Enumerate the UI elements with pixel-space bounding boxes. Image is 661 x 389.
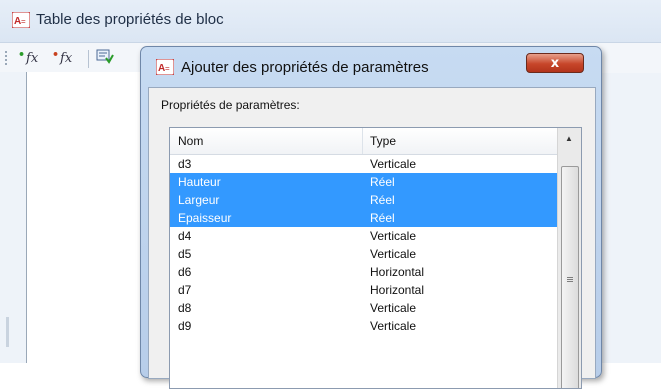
toolbar-grip[interactable] [5, 51, 7, 67]
autocad-icon: A = [156, 59, 174, 75]
outer-left-margin [0, 72, 26, 363]
row-name: d5 [178, 247, 192, 261]
svg-text:=: = [21, 17, 26, 26]
add-parameter-properties-dialog: A = Ajouter des propriétés de paramètres … [140, 46, 602, 389]
column-header-type[interactable]: Type [370, 134, 396, 148]
row-type: Horizontal [370, 283, 425, 297]
list-row[interactable]: d3 Verticale [170, 155, 557, 173]
parameter-properties-list[interactable]: Nom Type d3 Verticale Hauteur Réel Largeur… [169, 127, 582, 389]
add-parameter-button[interactable]: • fx [18, 48, 38, 68]
column-header-name[interactable]: Nom [178, 134, 203, 148]
autocad-icon: A = [12, 12, 30, 28]
scrollbar-grip-icon [567, 277, 573, 283]
dialog-title: Ajouter des propriétés de paramètres [181, 59, 429, 76]
row-type: Verticale [370, 247, 417, 261]
row-name: Largeur [178, 193, 220, 207]
row-type: Verticale [370, 301, 417, 315]
row-name: d7 [178, 283, 192, 297]
row-name: d8 [178, 301, 192, 315]
list-row[interactable]: d6 Horizontal [170, 263, 557, 281]
vertical-scrollbar[interactable]: ▲ [557, 128, 581, 388]
scrollbar-thumb[interactable] [561, 166, 579, 388]
remove-parameter-button[interactable]: • fx [52, 48, 72, 68]
column-divider[interactable] [362, 128, 363, 154]
list-row-selected[interactable]: Hauteur Réel [170, 173, 557, 191]
dialog-body: Propriétés de paramètres: Nom Type d3 Ver… [148, 87, 596, 389]
parameter-properties-label: Propriétés de paramètres: [161, 98, 300, 112]
list-header: Nom Type [170, 128, 557, 155]
row-type: Verticale [370, 157, 417, 171]
list-row-selected[interactable]: Epaisseur Réel [170, 209, 557, 227]
add-parameter-label: fx [26, 50, 39, 66]
row-type: Verticale [370, 319, 417, 333]
close-button[interactable]: x [526, 53, 584, 73]
row-name: d4 [178, 229, 192, 243]
list-row[interactable]: d7 Horizontal [170, 281, 557, 299]
svg-text:=: = [165, 64, 170, 73]
outer-window-title: Table des propriétés de bloc [36, 11, 224, 28]
row-name: d9 [178, 319, 192, 333]
list-row-selected[interactable]: Largeur Réel [170, 191, 557, 209]
close-icon: x [550, 56, 560, 71]
row-name: d6 [178, 265, 192, 279]
audit-button[interactable] [96, 48, 114, 68]
row-name: Epaisseur [178, 211, 232, 225]
remove-parameter-icon: • [52, 48, 60, 61]
list-row[interactable]: d9 Verticale [170, 317, 557, 335]
outer-title-bar: A = Table des propriétés de bloc [0, 0, 661, 42]
row-name: Hauteur [178, 175, 221, 189]
row-type: Réel [370, 193, 395, 207]
splitter-mark[interactable] [6, 317, 9, 347]
row-type: Verticale [370, 229, 417, 243]
row-type: Réel [370, 175, 395, 189]
row-type: Réel [370, 211, 395, 225]
remove-parameter-label: fx [60, 50, 73, 66]
toolbar-separator [88, 50, 89, 68]
row-name: d3 [178, 157, 192, 171]
list-row[interactable]: d5 Verticale [170, 245, 557, 263]
audit-icon [96, 48, 114, 68]
list-row[interactable]: d8 Verticale [170, 299, 557, 317]
scroll-up-icon[interactable]: ▲ [561, 131, 577, 147]
add-parameter-icon: • [18, 48, 26, 61]
list-row[interactable]: d4 Verticale [170, 227, 557, 245]
list-rows: d3 Verticale Hauteur Réel Largeur Réel Epai… [170, 155, 557, 335]
row-type: Horizontal [370, 265, 425, 279]
